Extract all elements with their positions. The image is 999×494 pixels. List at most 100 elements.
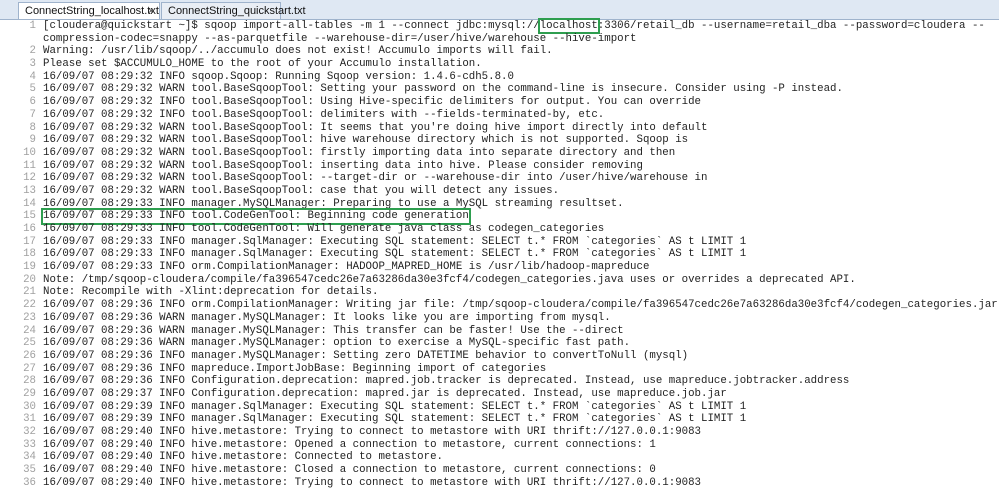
editor-line: 3 Please set $ACCUMULO_HOME to the root o… bbox=[0, 58, 999, 71]
editor-line: 16 16/09/07 08:29:33 INFO tool.CodeGenToo… bbox=[0, 223, 999, 236]
editor-line: 5 16/09/07 08:29:32 WARN tool.BaseSqoopTo… bbox=[0, 83, 999, 96]
editor-line: 27 16/09/07 08:29:36 INFO mapreduce.Impor… bbox=[0, 363, 999, 376]
line-text: 16/09/07 08:29:37 INFO Configuration.dep… bbox=[43, 387, 727, 400]
line-text: 16/09/07 08:29:33 INFO tool.CodeGenTool:… bbox=[43, 223, 605, 235]
tab-label: ConnectString_localhost.txt bbox=[25, 5, 159, 17]
line-text: 16/09/07 08:29:39 INFO manager.SqlManage… bbox=[43, 400, 747, 413]
editor-line: 18 16/09/07 08:29:33 INFO manager.SqlMana… bbox=[0, 248, 999, 261]
line-number: 11 bbox=[23, 159, 36, 172]
editor-line: 10 16/09/07 08:29:32 WARN tool.BaseSqoopT… bbox=[0, 147, 999, 160]
line-number: 4 bbox=[29, 70, 36, 83]
line-text: 16/09/07 08:29:33 INFO manager.SqlManage… bbox=[43, 248, 747, 261]
editor-line: 20 Note: /tmp/sqoop-cloudera/compile/fa39… bbox=[0, 274, 999, 287]
line-text: 16/09/07 08:29:40 INFO hive.metastore: T… bbox=[43, 476, 702, 489]
highlighted-host: localhost bbox=[537, 18, 600, 34]
line-number: 26 bbox=[23, 349, 36, 362]
line-text: 16/09/07 08:29:39 INFO manager.SqlManage… bbox=[43, 413, 747, 426]
highlighted-line-text: 16/09/07 08:29:33 INFO tool.CodeGenTool:… bbox=[41, 208, 471, 225]
line-text: 16/09/07 08:29:40 INFO hive.metastore: O… bbox=[43, 438, 656, 451]
line-number: 23 bbox=[23, 311, 36, 324]
text-editor[interactable]: 1 [cloudera@quickstart ~]$ sqoop import-… bbox=[0, 18, 999, 494]
line-text: 16/09/07 08:29:32 WARN tool.BaseSqoopToo… bbox=[43, 83, 843, 96]
editor-line: 8 16/09/07 08:29:32 WARN tool.BaseSqoopTo… bbox=[0, 122, 999, 135]
editor-line: 24 16/09/07 08:29:36 WARN manager.MySQLMa… bbox=[0, 325, 999, 338]
editor-line: 30 16/09/07 08:29:39 INFO manager.SqlMana… bbox=[0, 401, 999, 414]
tab-label: ConnectString_quickstart.txt bbox=[168, 5, 306, 17]
editor-line: 2 Warning: /usr/lib/sqoop/../accumulo doe… bbox=[0, 45, 999, 58]
editor-line: 26 16/09/07 08:29:36 INFO manager.MySQLMa… bbox=[0, 350, 999, 363]
line-number-blank bbox=[0, 33, 43, 46]
line-text: 16/09/07 08:29:36 INFO mapreduce.ImportJ… bbox=[43, 362, 547, 375]
tab-connectstring-quickstart[interactable]: ConnectString_quickstart.txt bbox=[161, 2, 306, 19]
line-text: 16/09/07 08:29:36 WARN manager.MySQLMana… bbox=[43, 311, 611, 324]
line-text: 16/09/07 08:29:36 INFO orm.CompilationMa… bbox=[43, 299, 998, 312]
line-number: 1 bbox=[29, 20, 36, 32]
line-text: 16/09/07 08:29:33 INFO orm.CompilationMa… bbox=[43, 261, 650, 274]
editor-line: 4 16/09/07 08:29:32 INFO sqoop.Sqoop: Run… bbox=[0, 71, 999, 84]
editor-line: 25 16/09/07 08:29:36 WARN manager.MySQLMa… bbox=[0, 337, 999, 350]
line-text: 16/09/07 08:29:32 WARN tool.BaseSqoopToo… bbox=[43, 184, 560, 197]
line-text: 16/09/07 08:29:32 WARN tool.BaseSqoopToo… bbox=[43, 159, 643, 172]
line-text: 16/09/07 08:29:40 INFO hive.metastore: T… bbox=[43, 426, 702, 438]
line-number: 14 bbox=[23, 197, 36, 210]
line-text: 16/09/07 08:29:32 INFO tool.BaseSqoopToo… bbox=[43, 108, 605, 121]
line-number: 2 bbox=[29, 45, 36, 58]
line-text: 16/09/07 08:29:32 WARN tool.BaseSqoopToo… bbox=[43, 172, 708, 185]
close-tab-icon[interactable]: × bbox=[148, 3, 154, 20]
line-number: 28 bbox=[23, 375, 36, 388]
line-number: 22 bbox=[23, 299, 36, 312]
line-number: 25 bbox=[23, 337, 36, 350]
editor-line: 29 16/09/07 08:29:37 INFO Configuration.d… bbox=[0, 388, 999, 401]
editor-line: 23 16/09/07 08:29:36 WARN manager.MySQLMa… bbox=[0, 312, 999, 325]
line-number: 15 bbox=[23, 210, 36, 223]
editor-line: 19 16/09/07 08:29:33 INFO orm.Compilation… bbox=[0, 261, 999, 274]
line-text: 16/09/07 08:29:32 WARN tool.BaseSqoopToo… bbox=[43, 121, 708, 134]
tab-connectstring-localhost[interactable]: ConnectString_localhost.txt × bbox=[18, 2, 160, 19]
line-number: 10 bbox=[23, 146, 36, 159]
editor-line: 17 16/09/07 08:29:33 INFO manager.SqlMana… bbox=[0, 236, 999, 249]
line-number: 18 bbox=[23, 248, 36, 261]
line-text: 16/09/07 08:29:32 WARN tool.BaseSqoopToo… bbox=[43, 134, 689, 147]
editor-tab-bar: ConnectString_localhost.txt × ConnectStr… bbox=[0, 0, 999, 20]
line-text: 16/09/07 08:29:32 WARN tool.BaseSqoopToo… bbox=[43, 146, 676, 159]
editor-line: 11 16/09/07 08:29:32 WARN tool.BaseSqoopT… bbox=[0, 160, 999, 173]
line-number: 19 bbox=[23, 261, 36, 274]
line-text: 16/09/07 08:29:36 WARN manager.MySQLMana… bbox=[43, 337, 631, 350]
line-text: 16/09/07 08:29:33 INFO manager.SqlManage… bbox=[43, 235, 747, 248]
line-text: 16/09/07 08:29:32 INFO sqoop.Sqoop: Runn… bbox=[43, 70, 514, 83]
line-number: 21 bbox=[23, 286, 36, 299]
line-number: 33 bbox=[23, 438, 36, 451]
line-text: 16/09/07 08:29:33 INFO manager.MySQLMana… bbox=[43, 197, 624, 210]
line-text: compression-codec=snappy --as-parquetfil… bbox=[43, 32, 637, 45]
editor-line: 32 16/09/07 08:29:40 INFO hive.metastore:… bbox=[0, 426, 999, 439]
line-number: 5 bbox=[29, 83, 36, 96]
editor-line: 36 16/09/07 08:29:40 INFO hive.metastore:… bbox=[0, 477, 999, 490]
editor-line: 9 16/09/07 08:29:32 WARN tool.BaseSqoopTo… bbox=[0, 134, 999, 147]
editor-line: 7 16/09/07 08:29:32 INFO tool.BaseSqoopTo… bbox=[0, 109, 999, 122]
line-number: 13 bbox=[23, 184, 36, 197]
line-text: 16/09/07 08:29:40 INFO hive.metastore: C… bbox=[43, 464, 656, 477]
line-number: 31 bbox=[23, 413, 36, 426]
line-number: 7 bbox=[29, 108, 36, 121]
editor-line: 34 16/09/07 08:29:40 INFO hive.metastore:… bbox=[0, 451, 999, 464]
editor-line: 35 16/09/07 08:29:40 INFO hive.metastore:… bbox=[0, 464, 999, 477]
command-suffix: :3306/retail_db --username=retail_dba --… bbox=[597, 20, 985, 32]
editor-line: 12 16/09/07 08:29:32 WARN tool.BaseSqoopT… bbox=[0, 172, 999, 185]
line-number: 9 bbox=[29, 134, 36, 147]
line-number: 12 bbox=[23, 172, 36, 185]
editor-line: 14 16/09/07 08:29:33 INFO manager.MySQLMa… bbox=[0, 198, 999, 211]
editor-line: 33 16/09/07 08:29:40 INFO hive.metastore:… bbox=[0, 439, 999, 452]
line-text: [cloudera@quickstart ~]$ sqoop import-al… bbox=[43, 18, 985, 34]
line-text: 16/09/07 08:29:32 INFO tool.BaseSqoopToo… bbox=[43, 96, 702, 109]
line-number: 36 bbox=[23, 476, 36, 489]
line-number: 17 bbox=[23, 235, 36, 248]
line-text: Note: Recompile with -Xlint:deprecation … bbox=[43, 286, 379, 299]
line-number: 32 bbox=[23, 426, 36, 438]
command-prefix: [cloudera@quickstart ~]$ sqoop import-al… bbox=[43, 20, 540, 32]
line-number: 8 bbox=[29, 121, 36, 134]
editor-line: 15 16/09/07 08:29:33 INFO tool.CodeGenToo… bbox=[0, 208, 999, 225]
editor-line: 1 [cloudera@quickstart ~]$ sqoop import-… bbox=[0, 18, 999, 34]
editor-line-wrap: compression-codec=snappy --as-parquetfil… bbox=[0, 33, 999, 46]
editor-line: 28 16/09/07 08:29:36 INFO Configuration.d… bbox=[0, 375, 999, 388]
line-number: 3 bbox=[29, 58, 36, 71]
